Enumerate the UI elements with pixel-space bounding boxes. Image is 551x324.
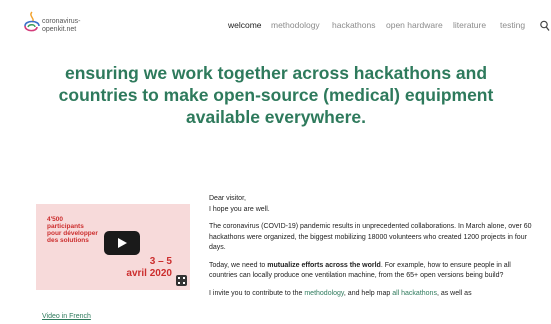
- paragraph-3-mid: , and help map: [343, 289, 393, 297]
- nav-item-hackathons[interactable]: hackathons: [332, 20, 375, 30]
- video-date-line-2: avril 2020: [126, 268, 172, 279]
- logo-text: coronavirus- openkit.net: [42, 18, 81, 34]
- logo-line-1: coronavirus-: [42, 18, 81, 25]
- site-logo[interactable]: coronavirus- openkit.net: [22, 10, 112, 40]
- video-overlay-line: pour développer: [47, 230, 98, 237]
- paragraph-2-start: Today, we need to: [209, 261, 268, 269]
- video-overlay-line: 4'500: [47, 216, 64, 223]
- hackathons-link[interactable]: all hackathons: [392, 290, 437, 297]
- video-overlay-line: des solutions: [47, 237, 89, 244]
- greeting-line: Dear visitor,: [209, 195, 246, 202]
- video-french-link[interactable]: Video in French: [42, 313, 91, 320]
- paragraph-3-start: I invite you to contribute to the: [209, 289, 305, 297]
- logo-spiral-icon: [24, 11, 40, 32]
- video-overlay-line: participants: [47, 223, 84, 230]
- nav-item-literature[interactable]: literature: [453, 20, 486, 30]
- paragraph-2-bold: mutualize efforts across the world: [267, 261, 381, 269]
- paragraph-2: Today, we need to mutualize efforts acro…: [209, 261, 539, 282]
- nav-item-open-hardware[interactable]: open hardware: [386, 20, 443, 30]
- fullscreen-icon[interactable]: [176, 275, 187, 286]
- nav-item-welcome[interactable]: welcome: [228, 20, 262, 30]
- site-header: coronavirus- openkit.net welcome methodo…: [0, 0, 551, 52]
- search-button[interactable]: [540, 19, 550, 31]
- video-player[interactable]: 4'500 participants pour développer des s…: [36, 204, 190, 290]
- hope-line: I hope you are well.: [209, 205, 270, 213]
- page-headline: ensuring we work together across hackath…: [58, 63, 494, 127]
- greeting: Dear visitor, I hope you are well.: [209, 194, 539, 215]
- play-icon[interactable]: [104, 231, 140, 255]
- welcome-text: Dear visitor, I hope you are well. The c…: [209, 194, 539, 306]
- search-icon: [540, 20, 550, 31]
- paragraph-3: I invite you to contribute to the method…: [209, 289, 539, 300]
- video-date-line-1: 3 – 5: [149, 256, 172, 267]
- methodology-link[interactable]: methodology: [304, 290, 344, 297]
- paragraph-1: The coronavirus (COVID-19) pandemic resu…: [209, 223, 532, 251]
- nav-item-methodology[interactable]: methodology: [271, 20, 320, 30]
- nav-item-testing[interactable]: testing: [500, 20, 525, 30]
- video-overlay-text: 4'500 participants pour développer des s…: [47, 216, 98, 244]
- paragraph-3-end: , as well as: [436, 289, 472, 297]
- video-date: 3 – 5 avril 2020: [126, 256, 172, 280]
- logo-line-2: openkit.net: [42, 26, 77, 33]
